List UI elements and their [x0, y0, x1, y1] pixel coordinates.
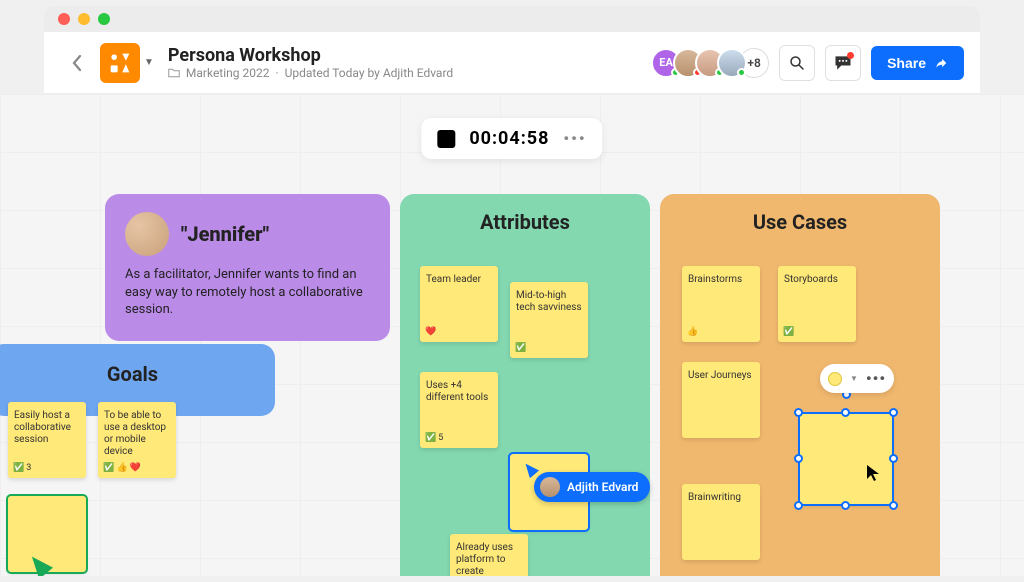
sticky-more-icon[interactable]: •••	[866, 369, 886, 388]
sticky-text: Brainstorms	[688, 274, 754, 286]
mouse-cursor-icon	[866, 464, 880, 482]
sticky-text: Storyboards	[784, 274, 850, 286]
resize-handle-s[interactable]	[841, 501, 850, 510]
persona-header: "Jennifer"	[125, 212, 370, 256]
attributes-title: Attributes	[416, 210, 634, 234]
sticky-goals-1[interactable]: Easily host a collaborative session ✅ 3	[8, 402, 86, 478]
sticky-reactions: ✅	[783, 327, 794, 338]
sticky-text: Mid-to-high tech savviness	[516, 290, 582, 314]
search-button[interactable]	[779, 45, 815, 81]
collaborator-name: Adjith Edvard	[567, 480, 638, 494]
chevron-down-icon[interactable]: ▼	[850, 374, 858, 383]
color-swatch[interactable]	[828, 372, 842, 386]
app-logo[interactable]	[100, 43, 140, 83]
sticky-text: To be able to use a desktop or mobile de…	[104, 410, 170, 458]
topbar: ▼ Persona Workshop Marketing 2022 · Upda…	[44, 32, 980, 94]
collaborator-cursor-tag: Adjith Edvard	[534, 472, 650, 502]
back-button[interactable]	[60, 46, 94, 80]
sticky-uc-1[interactable]: Brainstorms 👍	[682, 266, 760, 342]
sticky-reactions: ✅ 3	[13, 463, 31, 474]
sticky-uc-new-selected[interactable]	[800, 414, 892, 504]
folder-icon	[168, 67, 180, 79]
persona-desc: As a facilitator, Jennifer wants to find…	[125, 266, 370, 319]
sticky-text: Uses +4 different tools	[426, 380, 492, 404]
persona-board[interactable]: "Jennifer" As a facilitator, Jennifer wa…	[105, 194, 390, 341]
sticky-reactions: ✅ 👍 ❤️	[103, 463, 141, 474]
share-button[interactable]: Share	[871, 46, 964, 80]
doc-title[interactable]: Persona Workshop	[168, 45, 659, 66]
resize-handle-w[interactable]	[794, 454, 803, 463]
stop-icon[interactable]	[437, 130, 455, 148]
sticky-reactions: ❤️	[425, 327, 436, 338]
sticky-reactions: ✅ 5	[425, 433, 443, 444]
sticky-attr-1[interactable]: Team leader ❤️	[420, 266, 498, 342]
sticky-text: Easily host a collaborative session	[14, 410, 80, 446]
folder-name[interactable]: Marketing 2022	[186, 66, 270, 80]
sticky-uc-4[interactable]: Brainwriting	[682, 484, 760, 560]
persona-name: "Jennifer"	[181, 222, 269, 246]
presence-avatars[interactable]: EA +8	[659, 48, 769, 78]
timer-pill[interactable]: 00:04:58 •••	[421, 118, 602, 159]
resize-handle-e[interactable]	[889, 454, 898, 463]
avatar-user4[interactable]	[717, 48, 747, 78]
comments-button[interactable]	[825, 45, 861, 81]
sticky-text: Brainwriting	[688, 492, 754, 504]
resize-handle-sw[interactable]	[794, 501, 803, 510]
resize-handle-n[interactable]	[841, 408, 850, 417]
meta-separator: ·	[275, 66, 278, 80]
sticky-attr-4[interactable]: Already uses platform to create	[450, 534, 528, 576]
sticky-reactions: 👍	[687, 327, 698, 338]
minimize-window-icon[interactable]	[78, 13, 90, 25]
window-chrome	[44, 6, 980, 32]
share-icon	[934, 56, 948, 70]
maximize-window-icon[interactable]	[98, 13, 110, 25]
logo-dropdown-icon[interactable]: ▼	[144, 57, 154, 68]
sticky-text: Team leader	[426, 274, 492, 286]
timer-more-icon[interactable]: •••	[563, 129, 586, 148]
resize-handle-se[interactable]	[889, 501, 898, 510]
doc-meta: Marketing 2022 · Updated Today by Adjith…	[168, 66, 659, 80]
usecases-title: Use Cases	[676, 210, 924, 234]
sticky-attr-3[interactable]: Uses +4 different tools ✅ 5	[420, 372, 498, 448]
sticky-attr-2[interactable]: Mid-to-high tech savviness ✅	[510, 282, 588, 358]
sticky-text: User Journeys	[688, 370, 754, 382]
goals-title: Goals	[6, 362, 259, 386]
reaction-count: 3	[26, 463, 31, 474]
sticky-text: Already uses platform to create	[456, 542, 522, 576]
title-block: Persona Workshop Marketing 2022 · Update…	[168, 45, 659, 80]
usecases-board[interactable]: Use Cases Brainstorms 👍 Storyboards ✅ Us…	[660, 194, 940, 576]
reaction-count: 5	[438, 433, 443, 444]
sticky-color-picker[interactable]: ▼ •••	[820, 364, 894, 393]
presence-dot	[737, 68, 746, 77]
collaborator-avatar	[540, 477, 560, 497]
resize-handle-ne[interactable]	[889, 408, 898, 417]
attributes-board[interactable]: Attributes Team leader ❤️ Mid-to-high te…	[400, 194, 650, 576]
canvas[interactable]: 00:04:58 ••• "Jennifer" As a facilitator…	[0, 94, 1024, 576]
sticky-reactions: ✅	[515, 343, 526, 354]
close-window-icon[interactable]	[58, 13, 70, 25]
sticky-uc-2[interactable]: Storyboards ✅	[778, 266, 856, 342]
updated-text: Updated Today by Adjith Edvard	[285, 66, 454, 80]
share-label: Share	[887, 55, 926, 71]
notification-dot	[847, 52, 854, 59]
resize-handle-nw[interactable]	[794, 408, 803, 417]
goals-board[interactable]: Goals Easily host a collaborative sessio…	[0, 344, 275, 416]
avatar-initials: EA	[659, 56, 673, 69]
sticky-uc-3[interactable]: User Journeys	[682, 362, 760, 438]
right-controls: EA +8 Share	[659, 45, 964, 81]
persona-avatar	[125, 212, 169, 256]
timer-value: 00:04:58	[469, 128, 549, 149]
sticky-goals-2[interactable]: To be able to use a desktop or mobile de…	[98, 402, 176, 478]
